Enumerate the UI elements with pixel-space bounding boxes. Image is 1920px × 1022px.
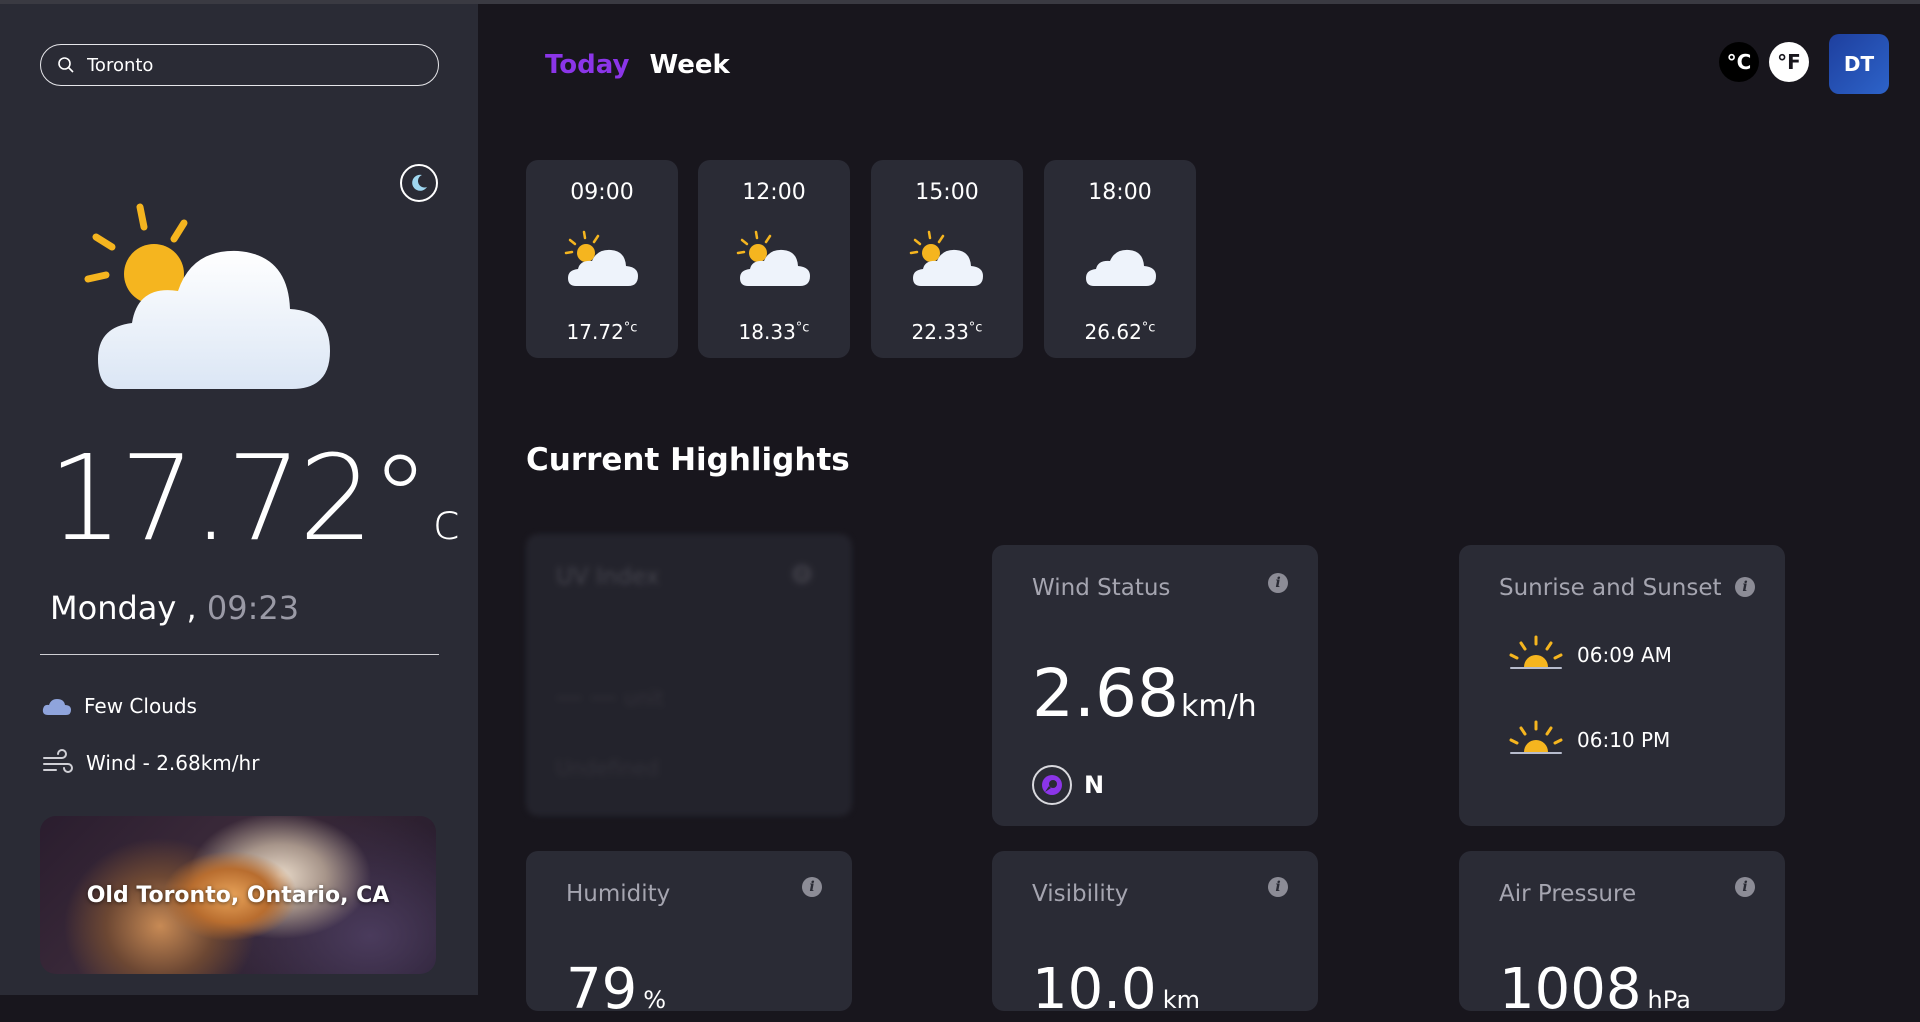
partly-cloudy-day-icon xyxy=(736,230,810,286)
theme-toggle-button[interactable] xyxy=(400,164,438,202)
info-icon[interactable]: i xyxy=(1268,573,1288,593)
sidebar: 17.72°c Monday , 09:23 Few Clouds Wind -… xyxy=(0,4,478,995)
hour-time: 15:00 xyxy=(915,180,979,205)
sunrise-row: 06:09 AM xyxy=(1507,635,1672,675)
uv-unit: unit xyxy=(624,686,664,710)
wind-direction: N xyxy=(1032,765,1104,805)
avatar[interactable]: DT xyxy=(1829,34,1889,94)
humidity-card: Humidity i 79% xyxy=(526,851,852,1022)
wind-status-card: Wind Status i 2.68km/h N xyxy=(992,545,1318,826)
hour-time: 18:00 xyxy=(1088,180,1152,205)
hour-temp-value: 17.72 xyxy=(566,320,624,344)
air-pressure-card: Air Pressure i 1008 hPa xyxy=(1459,851,1785,1022)
wind-speed: 2.68 xyxy=(1032,655,1179,732)
info-icon[interactable]: i xyxy=(1735,877,1755,897)
highlights-title: Current Highlights xyxy=(526,442,850,478)
card-title: Visibility xyxy=(1032,881,1129,907)
celsius-button[interactable]: °C xyxy=(1719,42,1759,82)
card-title: Sunrise and Sunset xyxy=(1499,575,1722,601)
hour-temp-value: 22.33 xyxy=(911,320,969,344)
partly-cloudy-day-icon xyxy=(84,203,330,389)
temperature-value: 17.72° xyxy=(48,429,430,567)
search-box[interactable] xyxy=(40,44,439,86)
search-icon xyxy=(58,57,74,73)
hourly-card: 15:00 22.33°c xyxy=(871,160,1023,358)
pressure-unit: hPa xyxy=(1647,986,1691,1014)
uv-value: — — unit xyxy=(556,682,663,712)
condition-label: Few Clouds xyxy=(84,694,197,718)
hour-temperature: 17.72°c xyxy=(526,320,678,344)
humidity-number: 79 xyxy=(566,957,638,1022)
sunrise-time: 06:09 AM xyxy=(1577,643,1672,667)
hour-temp-unit: °c xyxy=(1141,320,1156,336)
uv-index-card: UV Index i — — unit Undefined xyxy=(526,534,852,816)
sunrise-icon xyxy=(1509,635,1563,669)
location-name: Old Toronto, Ontario, CA xyxy=(86,882,390,908)
current-temperature: 17.72° c xyxy=(48,439,460,557)
sunset-time: 06:10 PM xyxy=(1577,728,1671,752)
hourly-card: 18:00 26.62°c xyxy=(1044,160,1196,358)
search-input[interactable] xyxy=(85,53,415,77)
moon-icon xyxy=(412,174,427,191)
hourly-card: 12:00 18.33°c xyxy=(698,160,850,358)
condition-row: Few Clouds xyxy=(42,694,197,718)
card-title: Wind Status xyxy=(1032,575,1171,601)
location-card[interactable]: Old Toronto, Ontario, CA xyxy=(40,816,436,974)
visibility-unit: km xyxy=(1162,986,1200,1014)
visibility-value: 10.0 km xyxy=(1032,957,1200,1022)
info-icon[interactable]: i xyxy=(1268,877,1288,897)
uv-description: Undefined xyxy=(556,756,659,780)
card-title: Humidity xyxy=(566,881,671,907)
hour-temperature: 22.33°c xyxy=(871,320,1023,344)
partly-cloudy-day-icon xyxy=(909,230,983,286)
hour-temp-value: 18.33 xyxy=(738,320,796,344)
partly-cloudy-night-icon xyxy=(1086,236,1156,286)
wind-value: 2.68km/h xyxy=(1032,655,1257,732)
wind-label: Wind - 2.68km/hr xyxy=(86,751,260,775)
card-title: UV Index xyxy=(556,564,660,590)
hour-temperature: 26.62°c xyxy=(1044,320,1196,344)
hour-temperature: 18.33°c xyxy=(698,320,850,344)
sunrise-sunset-card: Sunrise and Sunset i 06:09 AM 06:10 PM xyxy=(1459,545,1785,826)
info-icon[interactable]: i xyxy=(802,877,822,897)
hour-temp-unit: °c xyxy=(968,320,983,336)
hour-temp-unit: °c xyxy=(623,320,638,336)
compass-icon xyxy=(1032,765,1072,805)
tab-week[interactable]: Week xyxy=(649,50,729,80)
pressure-number: 1008 xyxy=(1499,957,1642,1022)
visibility-card: Visibility i 10.0 km xyxy=(992,851,1318,1022)
hour-temp-unit: °c xyxy=(795,320,810,336)
fahrenheit-button[interactable]: °F xyxy=(1769,42,1809,82)
hour-time: 12:00 xyxy=(742,180,806,205)
pressure-value: 1008 hPa xyxy=(1499,957,1691,1022)
uv-value-text: — — xyxy=(556,682,617,712)
direction-label: N xyxy=(1084,771,1105,799)
tab-today[interactable]: Today xyxy=(545,50,629,80)
divider xyxy=(40,654,439,655)
time-label: 09:23 xyxy=(206,589,300,627)
temperature-unit: c xyxy=(432,493,460,551)
partly-cloudy-day-icon xyxy=(564,230,638,286)
view-tabs: Today Week xyxy=(545,50,730,80)
hour-temp-value: 26.62 xyxy=(1084,320,1142,344)
sunset-row: 06:10 PM xyxy=(1507,720,1670,760)
wind-icon xyxy=(43,749,73,773)
day-label: Monday , xyxy=(50,589,197,627)
cloud-icon xyxy=(42,699,71,715)
visibility-number: 10.0 xyxy=(1032,957,1157,1022)
info-icon[interactable]: i xyxy=(1735,577,1755,597)
humidity-unit: % xyxy=(643,986,667,1014)
current-day-time: Monday , 09:23 xyxy=(50,589,299,627)
sunset-icon xyxy=(1509,720,1563,754)
wind-unit: km/h xyxy=(1180,689,1257,724)
info-icon[interactable]: i xyxy=(792,564,812,584)
hour-time: 09:00 xyxy=(570,180,634,205)
humidity-value: 79% xyxy=(566,957,666,1022)
wind-row: Wind - 2.68km/hr xyxy=(42,749,259,777)
hourly-card: 09:00 17.72°c xyxy=(526,160,678,358)
card-title: Air Pressure xyxy=(1499,881,1637,907)
